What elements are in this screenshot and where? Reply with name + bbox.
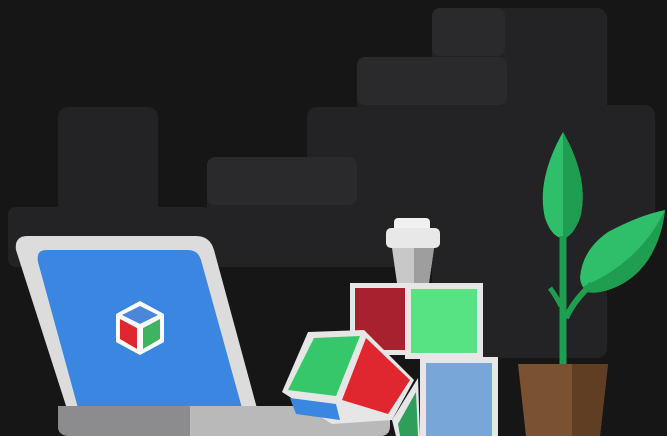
laptop-base-shadow: [58, 406, 190, 436]
green-block-icon: [405, 283, 483, 359]
illustration-scene: [0, 0, 667, 436]
blue-block-icon: [420, 357, 498, 436]
